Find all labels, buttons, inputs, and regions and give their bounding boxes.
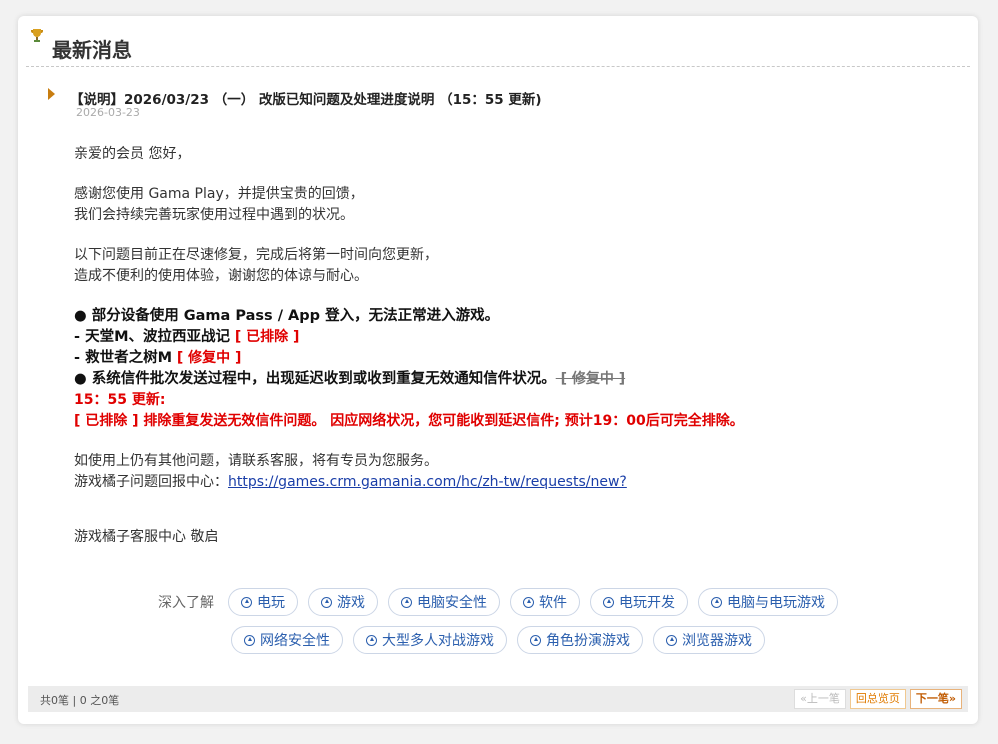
article-date: 2026-03-23 [76, 106, 140, 119]
back-to-list-button[interactable]: 回总览页 [849, 689, 906, 709]
issue-1-sub-2: - 救世者之树M [74, 350, 172, 366]
tag-row-2: 网络安全性 大型多人对战游戏 角色扮演游戏 浏览器游戏 [118, 626, 878, 654]
greeting: 亲爱的会员 您好， [74, 146, 191, 162]
tag-chip[interactable]: 电玩开发 [590, 588, 688, 616]
tag-chip[interactable]: 浏览器游戏 [653, 626, 765, 654]
issue-2: ● 系统信件批次发送过程中，出现延迟收到或收到重复无效通知信件状况。 [74, 371, 556, 387]
issue-list: ● 部分设备使用 Gama Pass / App 登入，无法正常进入游戏。 - … [74, 306, 934, 432]
article-body: 亲爱的会员 您好， 感谢您使用 Gama Play，并提供宝贵的回馈， 我们会持… [74, 144, 934, 567]
arrow-up-circle-icon [711, 596, 722, 608]
update-time: 15：55 更新: [74, 392, 166, 408]
tag-chip[interactable]: 网络安全性 [231, 626, 343, 654]
tag-chip[interactable]: 电玩 [228, 588, 298, 616]
page-header: 最新消息 [26, 26, 970, 67]
status-fixing-struck: [ 修复中 ] [555, 371, 626, 387]
update-text: [ 已排除 ] 排除重复发送无效信件问题。 因应网络状况，您可能收到延迟信件; … [74, 413, 744, 429]
status-fixing: [ 修复中 ] [172, 350, 242, 366]
pager-buttons: «上一笔 回总览页 下一笔» [794, 689, 962, 709]
pager-bar: 共0笔 | 0 之0笔 «上一笔 回总览页 下一笔» [28, 686, 968, 712]
issue-1-sub-1: - 天堂M、波拉西亚战记 [74, 329, 230, 345]
arrow-up-circle-icon [523, 596, 534, 608]
signature: 游戏橘子客服中心 敬启 [74, 529, 219, 545]
related-tags: 深入了解 电玩 游戏 电脑安全性 软件 电玩开发 电脑与电玩游戏 网络安全性 大… [118, 588, 878, 664]
next-button[interactable]: 下一笔» [909, 689, 962, 709]
news-card: 最新消息 【说明】2026/03/23 （一） 改版已知问题及处理进度说明 （1… [18, 16, 978, 724]
tag-chip[interactable]: 游戏 [308, 588, 378, 616]
arrow-up-circle-icon [321, 596, 332, 608]
tag-row-1: 深入了解 电玩 游戏 电脑安全性 软件 电玩开发 电脑与电玩游戏 [118, 588, 878, 616]
arrow-up-circle-icon [603, 596, 614, 608]
contact-info: 如使用上仍有其他问题，请联系客服，将有专员为您服务。 游戏橘子问题回报中心：ht… [74, 453, 627, 490]
tag-chip[interactable]: 角色扮演游戏 [517, 626, 643, 654]
arrow-up-circle-icon [401, 596, 412, 608]
arrow-bullet-icon [48, 88, 55, 100]
paragraph-repair: 以下问题目前正在尽速修复，完成后将第一时间向您更新， 造成不便利的使用体验，谢谢… [74, 247, 438, 284]
pager-count: 共0笔 | 0 之0笔 [40, 694, 120, 707]
status-resolved: [ 已排除 ] [230, 329, 300, 345]
prev-button[interactable]: «上一笔 [794, 689, 846, 709]
tags-label: 深入了解 [158, 595, 214, 611]
page-title: 最新消息 [52, 38, 132, 62]
tag-chip[interactable]: 大型多人对战游戏 [353, 626, 507, 654]
trophy-icon [31, 29, 43, 42]
tag-chip[interactable]: 软件 [510, 588, 580, 616]
paragraph-thanks: 感谢您使用 Gama Play，并提供宝贵的回馈， 我们会持续完善玩家使用过程中… [74, 186, 364, 223]
tag-chip[interactable]: 电脑安全性 [388, 588, 500, 616]
issue-1: ● 部分设备使用 Gama Pass / App 登入，无法正常进入游戏。 [74, 308, 500, 324]
arrow-up-circle-icon [666, 634, 677, 646]
tag-chip[interactable]: 电脑与电玩游戏 [698, 588, 838, 616]
arrow-up-circle-icon [244, 634, 255, 646]
arrow-up-circle-icon [530, 634, 541, 646]
support-link[interactable]: https://games.crm.gamania.com/hc/zh-tw/r… [228, 474, 627, 490]
arrow-up-circle-icon [241, 596, 252, 608]
arrow-up-circle-icon [366, 634, 377, 646]
article-title: 【说明】2026/03/23 （一） 改版已知问题及处理进度说明 （15：55 … [70, 92, 542, 108]
